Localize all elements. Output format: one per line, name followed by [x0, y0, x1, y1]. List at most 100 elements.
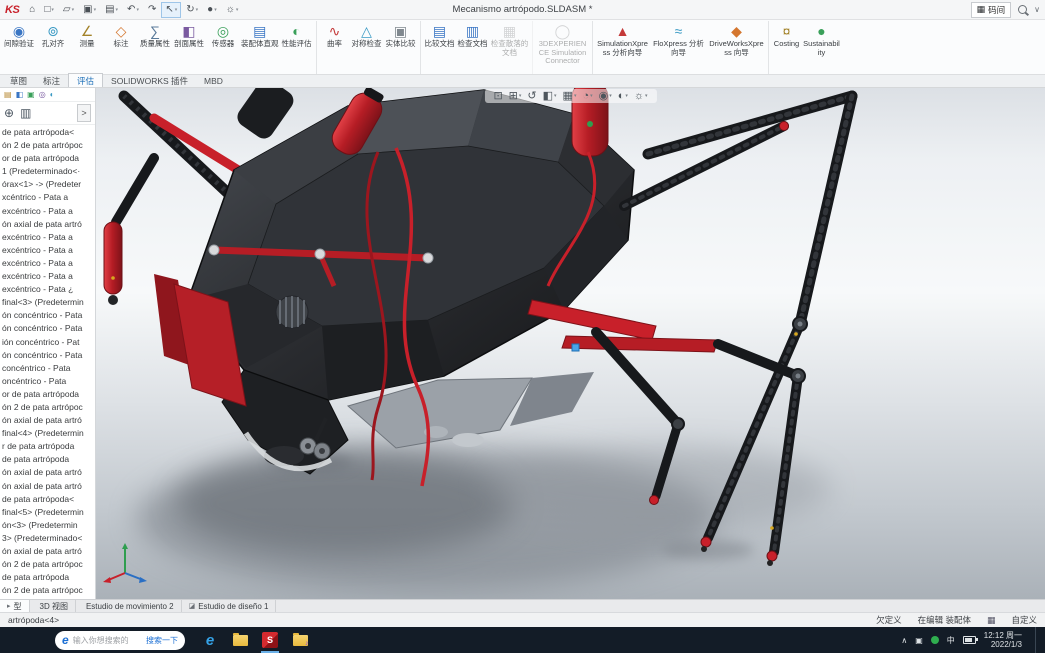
display-manager-tab-icon[interactable]: ◐: [50, 90, 55, 99]
ribbon-floxpress-button[interactable]: ≈ FloXpress 分析向导: [650, 21, 708, 74]
feature-tree-item[interactable]: excéntrico - Pata a: [0, 270, 95, 283]
ribbon-compare-documents-button[interactable]: ▤ 比较文档: [419, 21, 456, 74]
rebuild-icon[interactable]: ↻: [182, 2, 202, 18]
feature-tree-item[interactable]: ón axial de pata artró: [0, 218, 95, 231]
apply-scene-icon[interactable]: ☼: [634, 90, 648, 102]
feature-tree-item[interactable]: final<4> (Predetermin: [0, 427, 95, 440]
solidworks-app-icon[interactable]: S: [257, 627, 283, 653]
feature-tree-item[interactable]: ón 2 de pata artrópoc: [0, 558, 95, 571]
hidden-icons-caret[interactable]: ∧: [901, 636, 907, 645]
tab-design-study-1[interactable]: ◪ Estudio de diseño 1: [182, 600, 277, 612]
feature-tree-item[interactable]: ón 2 de pata artrópoc: [0, 584, 95, 597]
ribbon-check-document-button[interactable]: ▥ 检查文档: [456, 21, 490, 74]
taskbar-clock[interactable]: 12:12 周一 2022/1/3: [984, 631, 1022, 650]
command-search-box[interactable]: ▦ 码间: [970, 1, 1012, 18]
ribbon-markup-button[interactable]: ◇ 标注: [104, 21, 138, 74]
ribbon-performance-evaluation-button[interactable]: ◐ 性能评估: [280, 21, 314, 74]
feature-tree-item[interactable]: de pata artrópoda<: [0, 493, 95, 506]
ribbon-simulationxpress-button[interactable]: ▲ SimulationXpress 分析向导: [591, 21, 650, 74]
ribbon-compare-bodies-button[interactable]: ▣ 实体比较: [384, 21, 418, 74]
options-gear-icon[interactable]: ☼: [222, 2, 243, 18]
battery-status-icon[interactable]: [930, 636, 939, 644]
feature-tree-item[interactable]: ón concéntrico - Pata: [0, 349, 95, 362]
tab-3d-views[interactable]: 3D 视图: [30, 600, 76, 612]
dimxpert-manager-tab-icon[interactable]: ◎: [39, 90, 46, 99]
graphics-viewport[interactable]: ⊡ ⊞ ↺ ◧ ▦ ◔ ◉ ◐ ☼: [96, 88, 1045, 599]
feature-tree-item[interactable]: ón axial de pata artró: [0, 466, 95, 479]
zoom-fit-icon[interactable]: ⊡: [493, 90, 502, 102]
media-folder-icon[interactable]: ♪: [287, 627, 313, 653]
search-go-button[interactable]: 搜索一下: [146, 635, 178, 646]
feature-tree-item[interactable]: ón axial de pata artró: [0, 414, 95, 427]
tray-app-icon[interactable]: ▣: [915, 636, 923, 645]
redo-icon[interactable]: ↷: [144, 2, 160, 18]
zoom-area-icon[interactable]: ⊞: [509, 90, 522, 102]
ribbon-costing-button[interactable]: ¤ Costing: [767, 21, 802, 74]
edge-app-icon[interactable]: e: [197, 627, 223, 653]
ribbon-check-scattered-documents-button[interactable]: ▦ 检查散落的文档: [490, 21, 530, 74]
property-manager-tab-icon[interactable]: ◧: [16, 90, 24, 99]
feature-manager-tab-icon[interactable]: ▤: [4, 90, 12, 99]
feature-tree-item[interactable]: excéntrico - Pata ¿: [0, 283, 95, 296]
tab-model[interactable]: ▸ 型: [0, 600, 30, 612]
feature-tree-item[interactable]: r de pata artrópoda: [0, 440, 95, 453]
search-icon[interactable]: [1018, 5, 1028, 14]
ribbon-driveworksxpress-button[interactable]: ◆ DriveWorksXpress 向导: [708, 21, 766, 74]
feature-tree-item[interactable]: ón axial de pata artró: [0, 545, 95, 558]
view-orientation-icon[interactable]: ▦: [563, 90, 577, 102]
save-icon[interactable]: ▣: [79, 2, 100, 18]
tree-filter-icon[interactable]: ⊕: [4, 106, 14, 120]
show-desktop-button[interactable]: [1035, 627, 1041, 653]
feature-tree-item[interactable]: excéntrico - Pata a: [0, 231, 95, 244]
feature-tree-item[interactable]: de pata artrópoda: [0, 571, 95, 584]
ribbon-measure-button[interactable]: ∠ 测量: [70, 21, 104, 74]
open-icon[interactable]: ▱: [59, 2, 78, 18]
feature-tree-item[interactable]: ón<3> (Predetermin: [0, 519, 95, 532]
home-icon[interactable]: ⌂: [25, 2, 39, 18]
feature-tree-item[interactable]: concéntrico - Pata: [0, 362, 95, 375]
status-grid-icon[interactable]: ▦: [987, 615, 996, 626]
feature-tree-item[interactable]: or de pata artrópoda: [0, 152, 95, 165]
feature-tree-item[interactable]: ión concéntrico - Pat: [0, 336, 95, 349]
ribbon-hole-alignment-button[interactable]: ⊚ 孔对齐: [36, 21, 70, 74]
feature-tree-item[interactable]: de pata artrópoda: [0, 453, 95, 466]
feature-tree-item[interactable]: de pata artrópoda<: [0, 126, 95, 139]
edit-appearance-icon[interactable]: ◐: [618, 90, 628, 102]
tab-sketch[interactable]: 草图: [2, 74, 35, 87]
section-view-icon[interactable]: ◧: [543, 90, 557, 102]
search-chevron-icon[interactable]: ∨: [1034, 5, 1040, 14]
ribbon-symmetry-check-button[interactable]: △ 对称检查: [350, 21, 384, 74]
feature-tree-item[interactable]: excéntrico - Pata a: [0, 257, 95, 270]
ribbon-mass-properties-button[interactable]: ∑ 质量属性: [138, 21, 172, 74]
ribbon-sustainability-button[interactable]: ● Sustainability: [802, 21, 842, 74]
new-document-icon[interactable]: □: [40, 2, 58, 18]
print-icon[interactable]: ▤: [101, 2, 122, 18]
feature-tree-item[interactable]: ón concéntrico - Pata: [0, 309, 95, 322]
taskbar-search-box[interactable]: e 输入你想搜索的 搜索一下: [55, 630, 185, 650]
feature-tree-item[interactable]: ón axial de pata artró: [0, 480, 95, 493]
feature-tree-item[interactable]: final<5> (Predetermin: [0, 506, 95, 519]
panel-flyout-chevron[interactable]: >: [77, 104, 91, 122]
tab-solidworks-addins[interactable]: SOLIDWORKS 插件: [103, 74, 196, 87]
display-pane-icon[interactable]: ▥: [20, 106, 31, 120]
feature-tree-item[interactable]: oncéntrico - Pata: [0, 375, 95, 388]
ribbon-section-properties-button[interactable]: ◧ 剖面属性: [172, 21, 206, 74]
feature-tree-item[interactable]: 1 (Predeterminado<·: [0, 165, 95, 178]
tab-mbd[interactable]: MBD: [196, 74, 231, 87]
feature-tree-item[interactable]: xcéntrico - Pata a: [0, 191, 95, 204]
ime-language-indicator[interactable]: 中: [947, 635, 955, 646]
feature-tree-item[interactable]: excéntrico - Pata a: [0, 244, 95, 257]
feature-tree-item[interactable]: 3> (Predeterminado<: [0, 532, 95, 545]
feature-tree-item[interactable]: final<3> (Predetermin: [0, 296, 95, 309]
tab-evaluate[interactable]: 评估: [68, 73, 104, 87]
ribbon-3dexperience-connector-button[interactable]: ◯ 3DEXPERIENCE Simulation Connector: [531, 21, 590, 74]
ribbon-curvature-button[interactable]: ∿ 曲率: [315, 21, 350, 74]
select-icon[interactable]: ↖: [161, 1, 182, 18]
feature-tree-item[interactable]: ón 2 de pata artrópoc: [0, 401, 95, 414]
feature-tree-item[interactable]: órax<1> -> (Predeter: [0, 178, 95, 191]
ribbon-sensor-button[interactable]: ◎ 传感器: [206, 21, 240, 74]
tab-markup[interactable]: 标注: [35, 74, 68, 87]
feature-tree-item[interactable]: ón concéntrico - Pata: [0, 322, 95, 335]
ribbon-clearance-verification-button[interactable]: ◉ 间隙验证: [2, 21, 36, 74]
tab-motion-study-2[interactable]: Estudio de movimiento 2: [76, 600, 182, 612]
